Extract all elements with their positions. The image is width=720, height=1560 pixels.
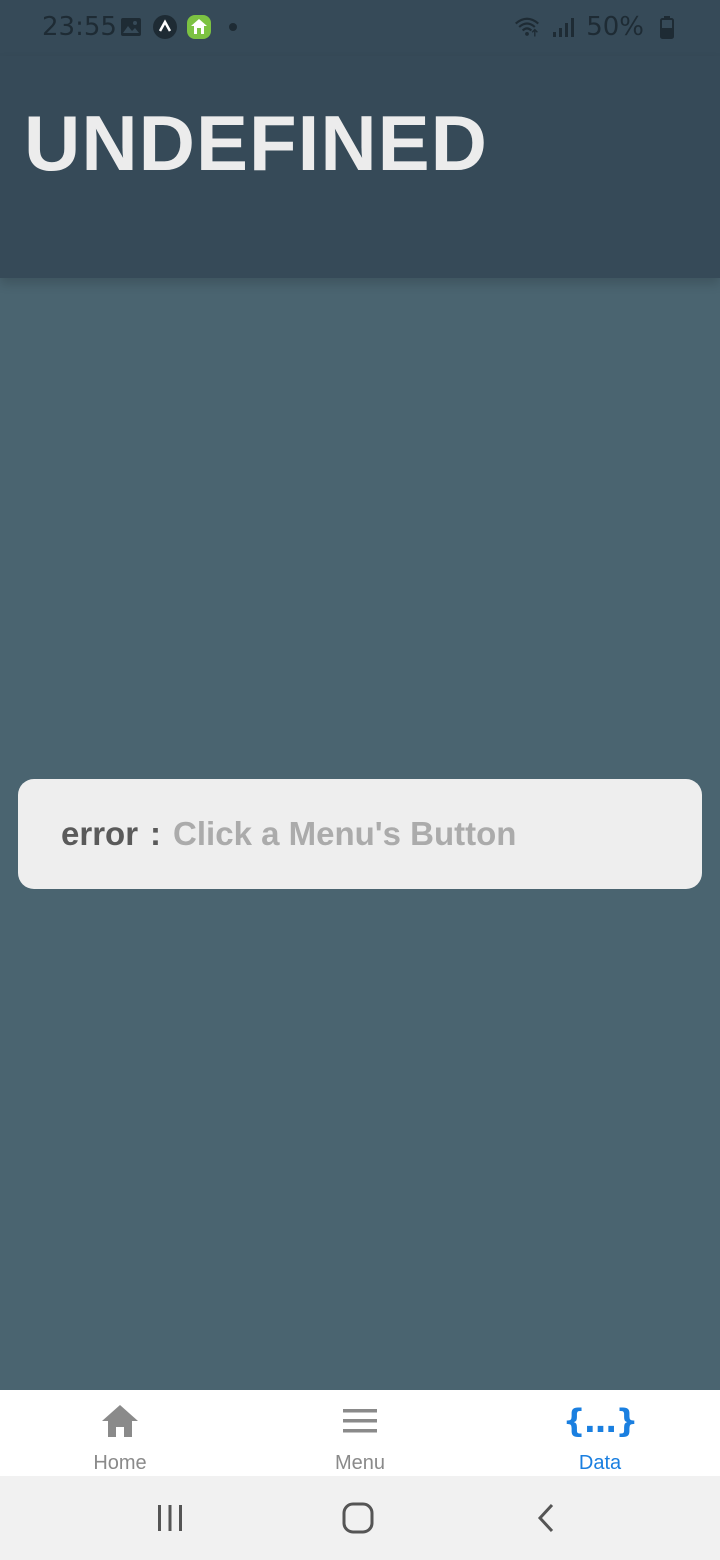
bottom-tab-bar: Home Menu {…} Data bbox=[0, 1390, 720, 1476]
data-braces-icon: {…} bbox=[562, 1402, 639, 1440]
status-bar: 23:55 50% bbox=[0, 0, 720, 56]
system-nav-bar bbox=[0, 1476, 720, 1560]
tab-home[interactable]: Home bbox=[0, 1390, 240, 1476]
error-message: Click a Menu's Button bbox=[173, 815, 517, 852]
error-card: error : Click a Menu's Button bbox=[18, 779, 702, 889]
home-icon bbox=[100, 1402, 140, 1440]
recent-apps-icon[interactable] bbox=[148, 1496, 192, 1540]
tab-home-label: Home bbox=[93, 1452, 147, 1474]
green-home-app-icon bbox=[186, 14, 212, 40]
tab-data[interactable]: {…} Data bbox=[480, 1390, 720, 1476]
tab-menu[interactable]: Menu bbox=[240, 1390, 480, 1476]
status-right-icons: 50% bbox=[514, 12, 680, 42]
signal-icon bbox=[550, 14, 576, 40]
wifi-icon bbox=[514, 14, 540, 40]
error-separator: : bbox=[150, 815, 162, 852]
gallery-icon bbox=[118, 14, 144, 40]
battery-icon bbox=[654, 14, 680, 40]
app-header: UNDEFINED bbox=[0, 56, 720, 278]
notification-dot-icon bbox=[220, 14, 246, 40]
status-time: 23:55 bbox=[42, 12, 117, 42]
back-icon[interactable] bbox=[524, 1496, 568, 1540]
menu-icon bbox=[342, 1402, 378, 1440]
page-title: UNDEFINED bbox=[24, 99, 489, 187]
tab-data-label: Data bbox=[578, 1452, 622, 1474]
error-key-label: error bbox=[61, 815, 139, 852]
status-left-icons bbox=[118, 14, 246, 40]
battery-percentage: 50% bbox=[586, 12, 644, 42]
app-a-icon bbox=[152, 14, 178, 40]
home-nav-icon[interactable] bbox=[336, 1496, 380, 1540]
tab-menu-label: Menu bbox=[334, 1452, 386, 1474]
